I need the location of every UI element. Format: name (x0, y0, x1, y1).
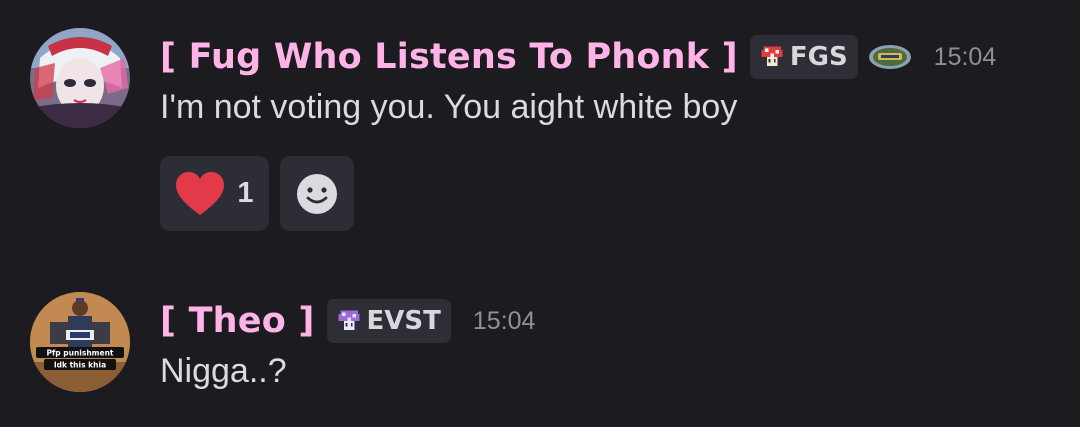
add-reaction-button[interactable] (280, 156, 354, 231)
reaction-count: 1 (237, 177, 254, 209)
avatar[interactable] (30, 28, 130, 128)
message-timestamp[interactable]: 15:04 (473, 307, 536, 336)
message-content: Nigga..? (160, 352, 287, 390)
red-heart-icon (176, 171, 225, 215)
avatar-caption-line-2: Idk this khia (54, 361, 106, 370)
message-header: [ Theo ] EVST 15:04 (160, 298, 535, 344)
reaction-heart-button[interactable]: 1 (160, 156, 269, 231)
author-name[interactable]: [ Theo ] (160, 301, 315, 341)
server-banner-badge-icon[interactable] (868, 42, 912, 72)
purple-mushroom-icon (338, 310, 360, 330)
guild-tag[interactable]: FGS (749, 35, 858, 79)
guild-tag[interactable]: EVST (326, 299, 451, 343)
author-name[interactable]: [ Fug Who Listens To Phonk ] (160, 37, 738, 77)
smiley-face-icon (297, 173, 337, 214)
guild-tag-label: EVST (366, 306, 441, 336)
guild-tag-label: FGS (789, 42, 848, 72)
message-header: [ Fug Who Listens To Phonk ] FGS 15:04 (160, 34, 996, 80)
message-timestamp[interactable]: 15:04 (934, 43, 997, 72)
reactions-bar: 1 (160, 156, 354, 231)
avatar-caption-line-1: Pfp punishment (47, 349, 114, 358)
red-mushroom-icon (761, 46, 783, 66)
message-content: I'm not voting you. You aight white boy (160, 88, 738, 126)
avatar[interactable]: Pfp punishment Idk this khia (30, 292, 130, 392)
